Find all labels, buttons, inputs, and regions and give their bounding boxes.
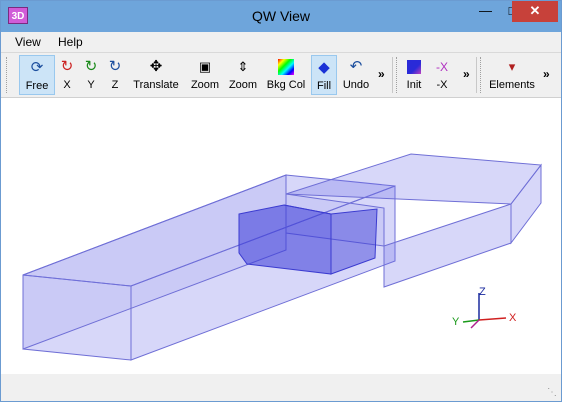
toolbar: ⟳ Free ↻ X ↻ Y ↻ Z ✥ Translate ▣ Zoom ⇕ … <box>1 53 561 98</box>
neg-x-axis-icon: -X <box>436 60 448 74</box>
elements-icon: ▾ <box>508 59 516 74</box>
status-bar: ⋱ <box>1 374 561 401</box>
neg-x-button[interactable]: -X -X <box>431 55 453 95</box>
menu-bar: View Help <box>1 32 561 53</box>
elements-button[interactable]: ▾ Elements <box>488 55 536 95</box>
zoom-updown-button[interactable]: ⇕ Zoom <box>226 55 260 95</box>
x-label: X <box>63 79 71 91</box>
3d-viewport[interactable]: Z X Y <box>1 98 561 374</box>
rotate-x-button[interactable]: ↻ X <box>57 55 77 95</box>
overlap-block <box>238 204 378 275</box>
zoom-label-1: Zoom <box>190 79 220 91</box>
free-label: Free <box>25 80 49 92</box>
fill-label: Fill <box>316 80 332 92</box>
zoom-box-icon: ▣ <box>198 59 212 74</box>
neg-x-label: -X <box>436 79 448 91</box>
translate-button[interactable]: ✥ Translate <box>131 55 181 95</box>
undo-icon: ↶ <box>349 58 363 75</box>
minimize-button[interactable]: — <box>472 1 499 22</box>
toolbar-separator <box>392 57 393 93</box>
color-palette-icon <box>265 58 307 76</box>
toolbar-grip-3[interactable] <box>480 57 484 93</box>
cube-icon <box>403 58 425 76</box>
toolbar-overflow-3[interactable]: » <box>543 67 550 81</box>
axis-z-label: Z <box>479 286 486 298</box>
rotate-y-icon: ↻ <box>84 58 98 75</box>
bkg-col-button[interactable]: Bkg Col <box>265 55 307 95</box>
init-button[interactable]: Init <box>403 55 425 95</box>
rotate-x-icon: ↻ <box>60 58 74 75</box>
close-button[interactable]: ✕ <box>512 1 558 22</box>
toolbar-overflow-1[interactable]: » <box>378 67 385 81</box>
resize-grip-icon[interactable]: ⋱ <box>547 387 557 398</box>
toolbar-separator-2 <box>476 57 477 93</box>
toolbar-grip-2[interactable] <box>396 57 400 93</box>
zoom-label-2: Zoom <box>228 79 258 91</box>
rotate-z-icon: ↻ <box>108 58 122 75</box>
menu-help[interactable]: Help <box>58 35 83 49</box>
rotate-y-button[interactable]: ↻ Y <box>81 55 101 95</box>
menu-view[interactable]: View <box>15 35 41 49</box>
free-rotate-button[interactable]: ⟳ Free <box>19 55 55 95</box>
rotate-z-button[interactable]: ↻ Z <box>105 55 125 95</box>
undo-button[interactable]: ↶ Undo <box>341 55 371 95</box>
app-window: 3D QW View — □ ✕ View Help ⟳ Free ↻ X ↻ … <box>0 0 562 402</box>
title-bar[interactable]: 3D QW View — □ ✕ <box>1 1 561 32</box>
zoom-updown-icon: ⇕ <box>237 59 249 74</box>
zoom-box-button[interactable]: ▣ Zoom <box>188 55 222 95</box>
bkg-col-label: Bkg Col <box>266 79 306 91</box>
toolbar-grip[interactable] <box>6 57 10 93</box>
z-label: Z <box>111 79 119 91</box>
move-arrows-icon: ✥ <box>149 58 163 75</box>
axis-gizmo: Z X Y <box>452 286 517 329</box>
rotate-free-icon: ⟳ <box>30 59 44 76</box>
undo-label: Undo <box>342 79 370 91</box>
translate-label: Translate <box>133 79 179 91</box>
init-label: Init <box>406 79 422 91</box>
diamond-fill-icon: ◆ <box>318 59 330 76</box>
elements-label: Elements <box>489 79 535 91</box>
axis-x-label: X <box>509 312 517 324</box>
fill-button[interactable]: ◆ Fill <box>311 55 337 95</box>
toolbar-overflow-2[interactable]: » <box>463 67 470 81</box>
y-label: Y <box>87 79 95 91</box>
3d-scene: Z X Y <box>22 153 542 361</box>
axis-y-label: Y <box>452 316 460 328</box>
